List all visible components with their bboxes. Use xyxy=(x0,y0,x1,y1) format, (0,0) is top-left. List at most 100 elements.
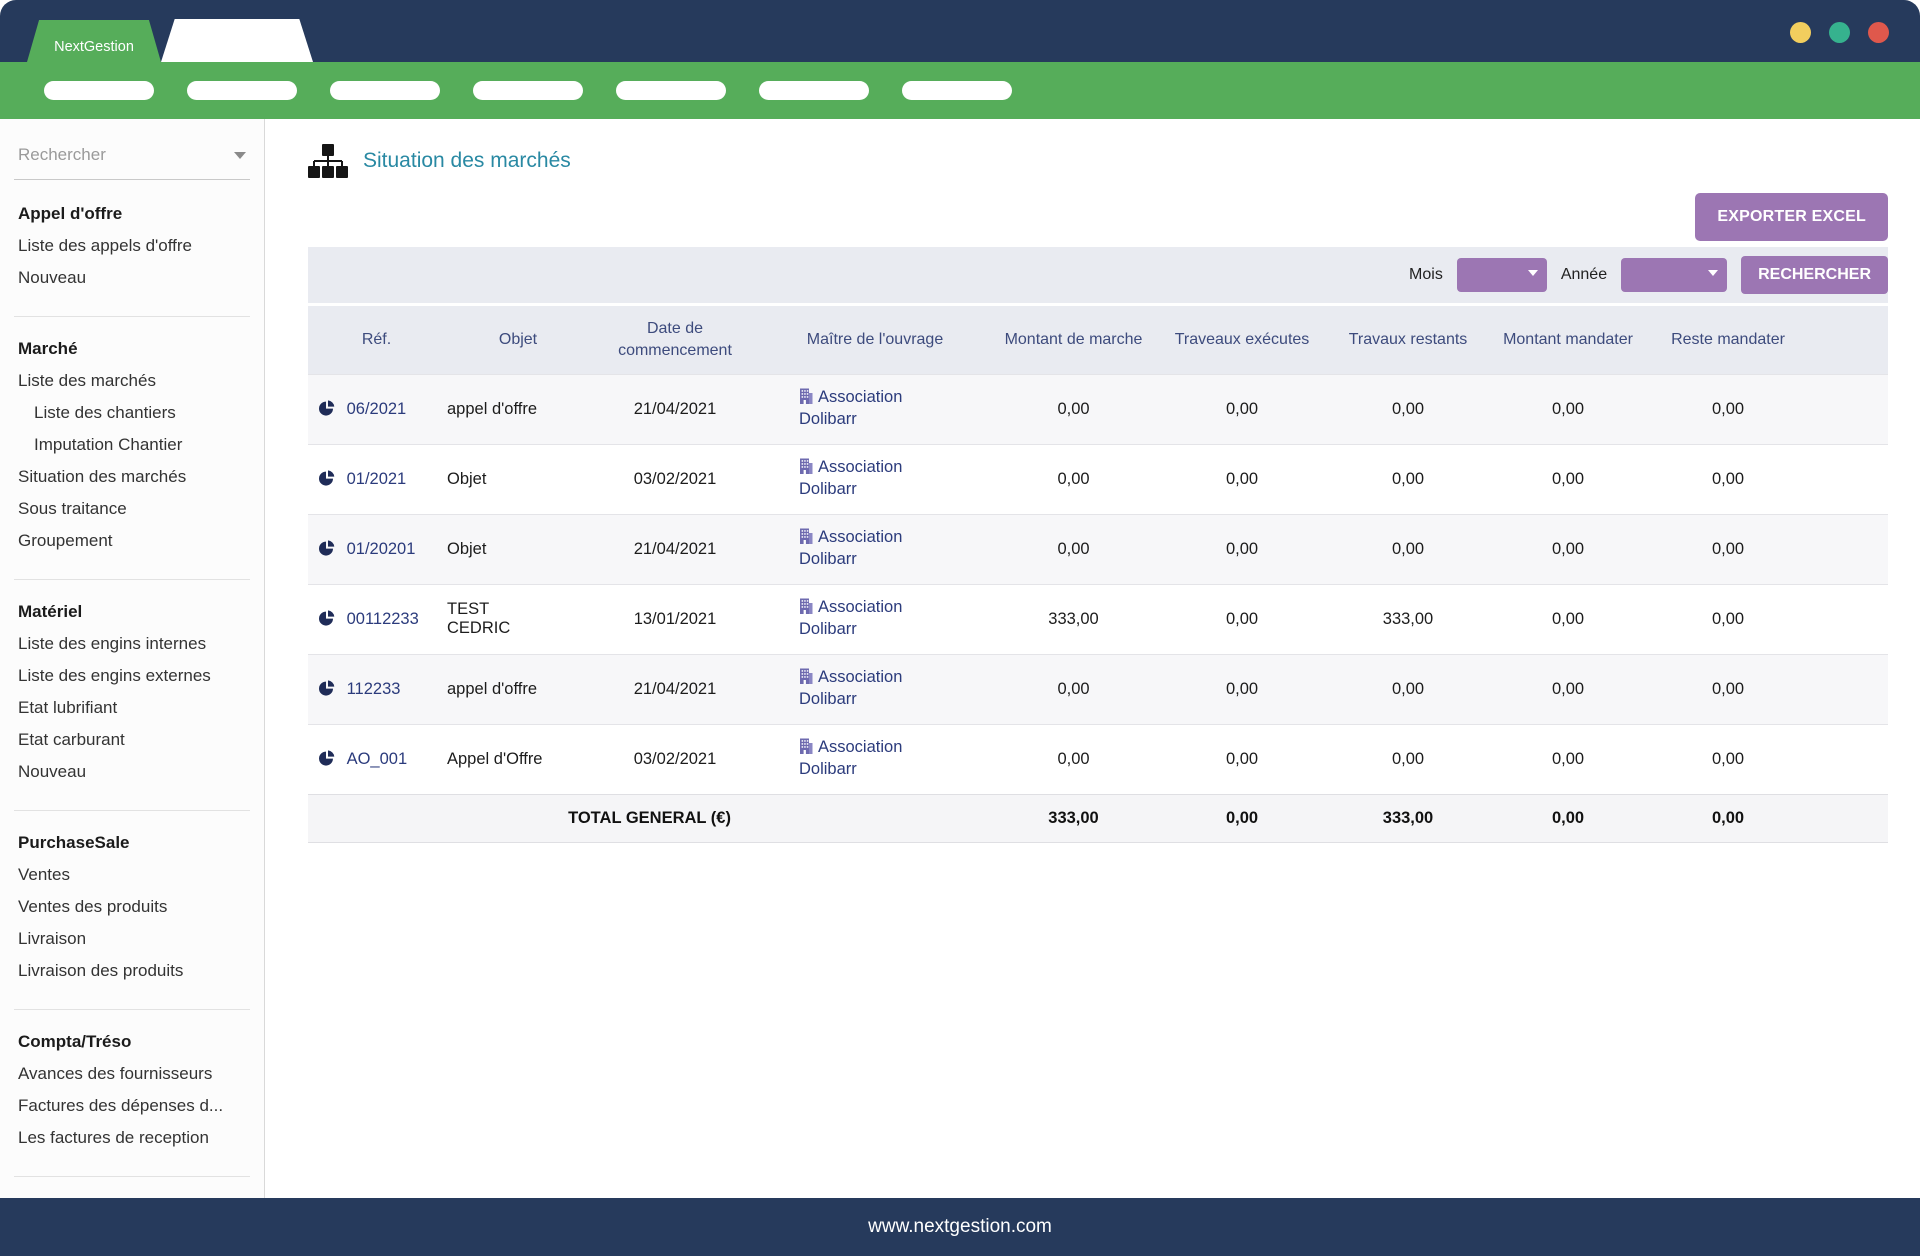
date-cell: 03/02/2021 xyxy=(591,444,759,514)
ref-cell: 01/2021 xyxy=(308,444,445,514)
window-dot-yellow[interactable] xyxy=(1790,22,1811,43)
col-montant-mandater: Montant mandater xyxy=(1488,306,1648,374)
sidebar-section-title: Ressource humaine xyxy=(14,1197,250,1198)
sidebar-item-link[interactable]: Factures des dépenses d... xyxy=(14,1090,250,1122)
pie-chart-icon xyxy=(318,400,335,417)
amount-cell: 0,00 xyxy=(1156,654,1328,724)
sidebar-item-link[interactable]: Les factures de reception xyxy=(14,1122,250,1154)
maitre-link[interactable]: Association Dolibarr xyxy=(799,528,902,568)
sidebar-section-list: Liste des appels d'offre Nouveau xyxy=(14,230,250,294)
col-montant-marche: Montant de marche xyxy=(991,306,1156,374)
search-button[interactable]: RECHERCHER xyxy=(1741,256,1888,294)
sidebar-item: Etat lubrifiant xyxy=(14,692,250,724)
sidebar-section: Marché Liste des marchés Liste des chant… xyxy=(14,316,250,557)
app-window: NextGestion Rechercher Appel d'offre Lis… xyxy=(0,0,1920,1256)
nav-pill[interactable] xyxy=(187,81,297,100)
sidebar-item-link[interactable]: Nouveau xyxy=(14,756,250,788)
sidebar-item-link[interactable]: Ventes xyxy=(14,859,250,891)
sidebar-item-link[interactable]: Livraison xyxy=(14,923,250,955)
page-title-text: Situation des marchés xyxy=(363,149,571,173)
pie-chart-icon xyxy=(318,680,335,697)
export-excel-button[interactable]: EXPORTER EXCEL xyxy=(1695,193,1888,241)
nav-pill[interactable] xyxy=(616,81,726,100)
amount-cell: 0,00 xyxy=(991,514,1156,584)
sidebar-item-link[interactable]: Groupement xyxy=(14,525,250,557)
maitre-link[interactable]: Association Dolibarr xyxy=(799,738,902,778)
footer-url: www.nextgestion.com xyxy=(868,1216,1052,1238)
sidebar-section-list: Ventes Ventes des produits Livraison Liv… xyxy=(14,859,250,987)
nav-pill[interactable] xyxy=(902,81,1012,100)
sidebar-menu: Appel d'offre Liste des appels d'offre N… xyxy=(14,202,250,1198)
maitre-link[interactable]: Association Dolibarr xyxy=(799,388,902,428)
maitre-link[interactable]: Association Dolibarr xyxy=(799,668,902,708)
nav-pill[interactable] xyxy=(473,81,583,100)
search-placeholder: Rechercher xyxy=(18,145,106,165)
amount-cell: 0,00 xyxy=(1488,584,1648,654)
table-row: 01/20201 Objet 21/04/2021 Association Do… xyxy=(308,514,1888,584)
amount-cell: 0,00 xyxy=(1648,514,1808,584)
total-montant-mandater: 0,00 xyxy=(1488,794,1648,842)
sidebar-item-link[interactable]: Imputation Chantier xyxy=(14,429,250,461)
maitre-cell: Association Dolibarr xyxy=(759,444,991,514)
ref-link[interactable]: 01/2021 xyxy=(347,470,407,488)
sidebar-item-link[interactable]: Etat carburant xyxy=(14,724,250,756)
amount-cell: 0,00 xyxy=(1648,374,1808,444)
sidebar-item-link[interactable]: Liste des appels d'offre xyxy=(14,230,250,262)
sidebar-item-link[interactable]: Sous traitance xyxy=(14,493,250,525)
col-maitre: Maître de l'ouvrage xyxy=(759,306,991,374)
date-cell: 03/02/2021 xyxy=(591,724,759,794)
sidebar-item-link[interactable]: Liste des engins externes xyxy=(14,660,250,692)
year-label: Année xyxy=(1561,266,1607,284)
ref-link[interactable]: 01/20201 xyxy=(347,540,416,558)
sidebar-item-link[interactable]: Etat lubrifiant xyxy=(14,692,250,724)
window-dot-green[interactable] xyxy=(1829,22,1850,43)
maitre-link[interactable]: Association Dolibarr xyxy=(799,458,902,498)
maitre-link[interactable]: Association Dolibarr xyxy=(799,598,902,638)
year-select[interactable] xyxy=(1621,258,1727,292)
brand-tab[interactable]: NextGestion xyxy=(27,20,161,62)
ref-link[interactable]: 00112233 xyxy=(347,610,419,628)
maitre-cell: Association Dolibarr xyxy=(759,514,991,584)
amount-cell: 0,00 xyxy=(1648,584,1808,654)
sidebar-section-title: Appel d'offre xyxy=(14,202,250,230)
date-cell: 21/04/2021 xyxy=(591,374,759,444)
sidebar-item: Ventes des produits xyxy=(14,891,250,923)
amount-cell: 0,00 xyxy=(1156,444,1328,514)
nav-pill[interactable] xyxy=(44,81,154,100)
total-reste-mandater: 0,00 xyxy=(1648,794,1808,842)
sidebar-item-link[interactable]: Liste des engins internes xyxy=(14,628,250,660)
window-dot-red[interactable] xyxy=(1868,22,1889,43)
sidebar-item-link[interactable]: Liste des marchés xyxy=(14,365,250,397)
sidebar-item-link[interactable]: Avances des fournisseurs xyxy=(14,1058,250,1090)
ref-link[interactable]: 112233 xyxy=(347,680,401,698)
active-tab-placeholder[interactable] xyxy=(161,19,313,62)
ref-link[interactable]: AO_001 xyxy=(347,750,408,768)
nav-pill[interactable] xyxy=(759,81,869,100)
sidebar-section: PurchaseSale Ventes Ventes des produits … xyxy=(14,810,250,987)
amount-cell: 0,00 xyxy=(1488,374,1648,444)
total-label: TOTAL GENERAL (€) xyxy=(308,794,991,842)
sidebar-item-link[interactable]: Situation des marchés xyxy=(14,461,250,493)
ref-link[interactable]: 06/2021 xyxy=(347,400,407,418)
spacer-cell xyxy=(1808,654,1888,724)
ref-cell: 01/20201 xyxy=(308,514,445,584)
search-combobox[interactable]: Rechercher xyxy=(14,141,250,180)
amount-cell: 0,00 xyxy=(1648,444,1808,514)
page-body: Rechercher Appel d'offre Liste des appel… xyxy=(0,119,1920,1198)
maitre-cell: Association Dolibarr xyxy=(759,374,991,444)
nav-pill[interactable] xyxy=(330,81,440,100)
total-spacer xyxy=(1808,794,1888,842)
sidebar-item-link[interactable]: Livraison des produits xyxy=(14,955,250,987)
amount-cell: 0,00 xyxy=(1156,584,1328,654)
window-controls xyxy=(1790,22,1889,43)
sidebar-item-link[interactable]: Liste des chantiers xyxy=(14,397,250,429)
amount-cell: 0,00 xyxy=(1488,444,1648,514)
col-date: Date de commencement xyxy=(591,306,759,374)
objet-cell: appel d'offre xyxy=(445,654,591,724)
sidebar-item-link[interactable]: Ventes des produits xyxy=(14,891,250,923)
sidebar-item-link[interactable]: Nouveau xyxy=(14,262,250,294)
objet-cell: Objet xyxy=(445,444,591,514)
spacer-cell xyxy=(1808,444,1888,514)
chevron-down-icon xyxy=(1708,270,1718,276)
month-select[interactable] xyxy=(1457,258,1547,292)
